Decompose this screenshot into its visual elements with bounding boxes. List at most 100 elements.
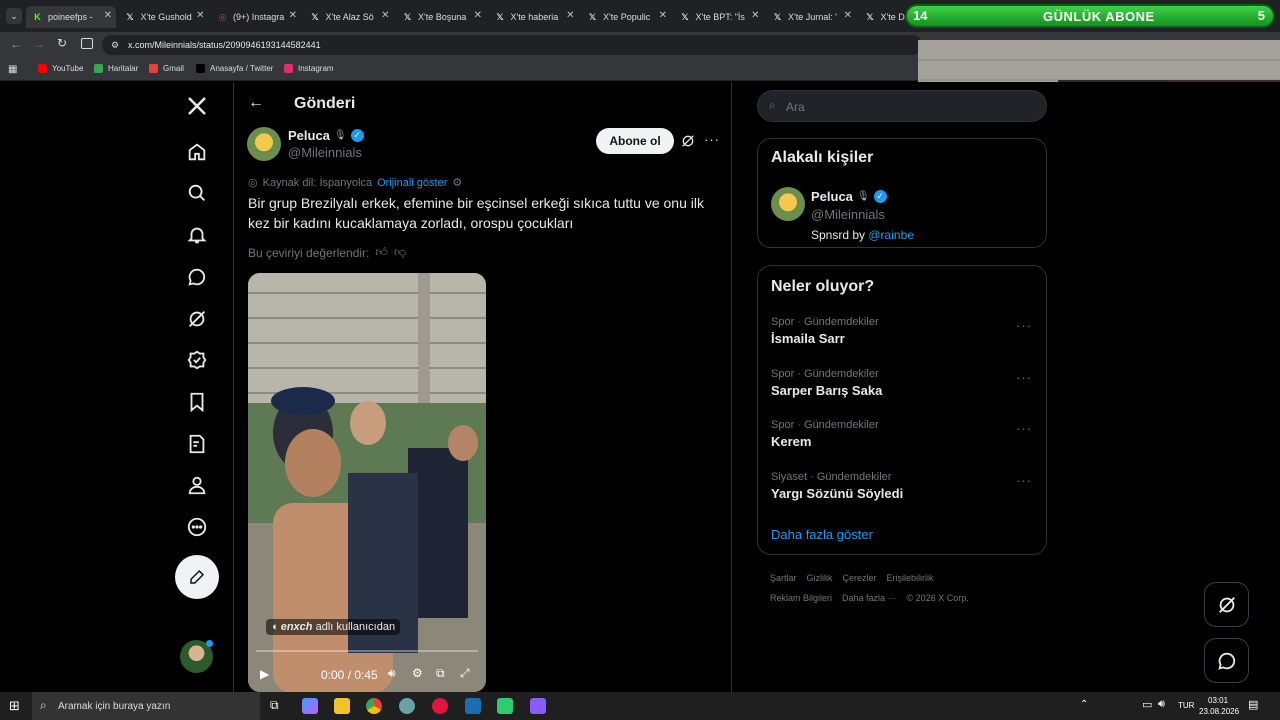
footer-link[interactable]: Gizlilik	[807, 573, 833, 583]
opera-icon[interactable]	[432, 698, 448, 714]
bookmark-item[interactable]: YouTube	[38, 64, 83, 73]
home-icon[interactable]	[183, 138, 211, 166]
bookmark-item[interactable]: Haritalar	[94, 64, 138, 73]
footer-link[interactable]: © 2026 X Corp.	[907, 593, 969, 603]
tab-close-icon[interactable]: ✕	[659, 10, 667, 21]
related-avatar[interactable]	[771, 187, 805, 221]
side-panel-icon[interactable]	[81, 38, 93, 49]
network-icon[interactable]: ▭	[1142, 698, 1152, 711]
show-more-link[interactable]: Daha fazla göster	[771, 527, 873, 542]
trend-more-icon[interactable]: ···	[1016, 473, 1032, 488]
notifications-icon[interactable]	[183, 221, 211, 249]
bookmark-item[interactable]: Gmail	[149, 64, 184, 73]
browser-tab[interactable]: 𝕏 X'te Boşuna ✕	[396, 6, 486, 28]
footer-link[interactable]: Reklam Bilgileri	[770, 593, 832, 603]
tray-overflow-icon[interactable]: ⌃	[1080, 699, 1088, 710]
related-handle[interactable]: @Mileinnials	[811, 207, 885, 222]
post-author-name[interactable]: Peluca	[288, 128, 330, 143]
x-logo-icon[interactable]	[183, 92, 211, 120]
taskbar-search[interactable]: ⌕ Aramak için buraya yazın	[32, 692, 260, 720]
trend-item[interactable]: Spor · Gündemdekiler Kerem	[771, 419, 1031, 449]
play-icon[interactable]: ▶	[260, 667, 269, 681]
tab-close-icon[interactable]: ✕	[751, 10, 759, 21]
messages-icon[interactable]	[183, 263, 211, 291]
app-icon-1[interactable]	[399, 698, 415, 714]
related-name[interactable]: Peluca	[811, 189, 853, 204]
video-progress-track[interactable]	[256, 650, 478, 652]
show-original-link[interactable]: Orijinali göster	[377, 177, 447, 189]
bookmark-item[interactable]: Instagram	[284, 64, 334, 73]
trend-more-icon[interactable]: ···	[1016, 318, 1032, 333]
notifications-tray-icon[interactable]: ▤	[1248, 698, 1258, 711]
windows-start-icon[interactable]: ⊞	[9, 698, 20, 714]
browser-tab[interactable]: ◎ (9+) Instagra ✕	[211, 6, 301, 28]
apps-icon[interactable]: ▦	[8, 64, 17, 75]
post-author-handle[interactable]: @Mileinnials	[288, 145, 362, 160]
browser-tab[interactable]: 𝕏 X'te BPT: "İs ✕	[674, 6, 764, 28]
post-author-avatar[interactable]	[247, 127, 281, 161]
browser-tab[interactable]: 𝕏 X'te Jurnal: ' ✕	[766, 6, 856, 28]
trend-item[interactable]: Siyaset · Gündemdekiler Yargı Sözünü Söyl…	[771, 471, 1031, 501]
site-info-icon[interactable]: ⚙	[111, 40, 119, 51]
bookmarks-icon[interactable]	[183, 388, 211, 416]
bookmark-item[interactable]: Anasayfa / Twitter	[196, 64, 273, 73]
input-language[interactable]: TUR	[1178, 701, 1194, 710]
messages-float-button[interactable]	[1204, 638, 1249, 683]
reload-icon[interactable]: ↻	[57, 36, 67, 50]
back-arrow-icon[interactable]: ←	[248, 94, 264, 112]
tab-list-button[interactable]: ⌄	[6, 8, 22, 24]
chrome-icon[interactable]	[366, 698, 382, 714]
profile-icon[interactable]	[183, 471, 211, 499]
speaker-icon[interactable]: 🔊︎	[1158, 698, 1165, 711]
trend-more-icon[interactable]: ···	[1016, 370, 1032, 385]
tab-close-icon[interactable]: ✕	[844, 10, 852, 21]
trend-item[interactable]: Spor · Gündemdekiler İsmaila Sarr	[771, 316, 1031, 346]
steam-icon[interactable]	[465, 698, 481, 714]
post-more-icon[interactable]: ···	[704, 132, 720, 147]
footer-link[interactable]: Erişilebilirlik	[887, 573, 934, 583]
grok-analyze-icon[interactable]	[680, 133, 696, 149]
explore-search-icon[interactable]	[183, 179, 211, 207]
trend-more-icon[interactable]: ···	[1016, 421, 1032, 436]
fullscreen-icon[interactable]: ⤢	[460, 666, 470, 681]
picture-in-picture-icon[interactable]: ⧉	[436, 666, 445, 681]
clock-time[interactable]: 03:01	[1208, 696, 1228, 705]
file-explorer-icon[interactable]	[334, 698, 350, 714]
grok-icon[interactable]	[183, 305, 211, 333]
app-icon-2[interactable]	[497, 698, 513, 714]
copilot-icon[interactable]	[302, 698, 318, 714]
footer-link[interactable]: Daha fazla ···	[842, 593, 897, 603]
browser-tab[interactable]: Kpoineefps - ✕	[26, 6, 116, 28]
tab-close-icon[interactable]: ✕	[104, 10, 112, 21]
footer-link[interactable]: Şartlar	[770, 573, 797, 583]
compose-post-button[interactable]	[175, 555, 219, 599]
tab-close-icon[interactable]: ✕	[474, 10, 482, 21]
forward-icon[interactable]: →	[33, 37, 45, 51]
tab-close-icon[interactable]: ✕	[381, 10, 389, 21]
back-icon[interactable]: ←	[10, 37, 22, 51]
tab-close-icon[interactable]: ✕	[289, 10, 297, 21]
translation-settings-icon[interactable]: ⚙	[452, 176, 462, 189]
verified-orgs-icon[interactable]	[183, 346, 211, 374]
related-bio-link[interactable]: @rainbe	[868, 228, 914, 242]
video-credit[interactable]: ◖ enxch adlı kullanıcıdan	[266, 619, 401, 635]
address-bar[interactable]: ⚙ x.com/Mileinnials/status/2090946193144…	[102, 35, 922, 55]
app-icon-3[interactable]	[530, 698, 546, 714]
volume-icon[interactable]: 🔊︎	[388, 666, 396, 681]
browser-tab[interactable]: 𝕏 X'te haberia ✕	[489, 6, 579, 28]
video-settings-icon[interactable]: ⚙	[412, 666, 423, 680]
post-video[interactable]: ◖ enxch adlı kullanıcıdan ▶ 0:00 / 0:45 …	[248, 273, 486, 692]
clock-date[interactable]: 23.08.2026	[1199, 707, 1239, 716]
tab-close-icon[interactable]: ✕	[196, 10, 204, 21]
browser-tab[interactable]: 𝕏 X'te Gushold ✕	[119, 6, 209, 28]
footer-link[interactable]: Çerezler	[843, 573, 877, 583]
thumbs-down-icon[interactable]: 👎︎	[394, 245, 406, 260]
more-icon[interactable]	[183, 513, 211, 541]
compose-article-icon[interactable]	[183, 430, 211, 458]
browser-tab[interactable]: 𝕏 X'te Populic ✕	[581, 6, 671, 28]
browser-tab[interactable]: 𝕏 X'te Alaz Sö ✕	[304, 6, 394, 28]
thumbs-up-icon[interactable]: 👍︎	[375, 245, 388, 260]
grok-float-button[interactable]	[1204, 582, 1249, 627]
trend-item[interactable]: Spor · Gündemdekiler Sarper Barış Saka	[771, 368, 1031, 398]
task-view-icon[interactable]: ⧉	[270, 698, 279, 713]
